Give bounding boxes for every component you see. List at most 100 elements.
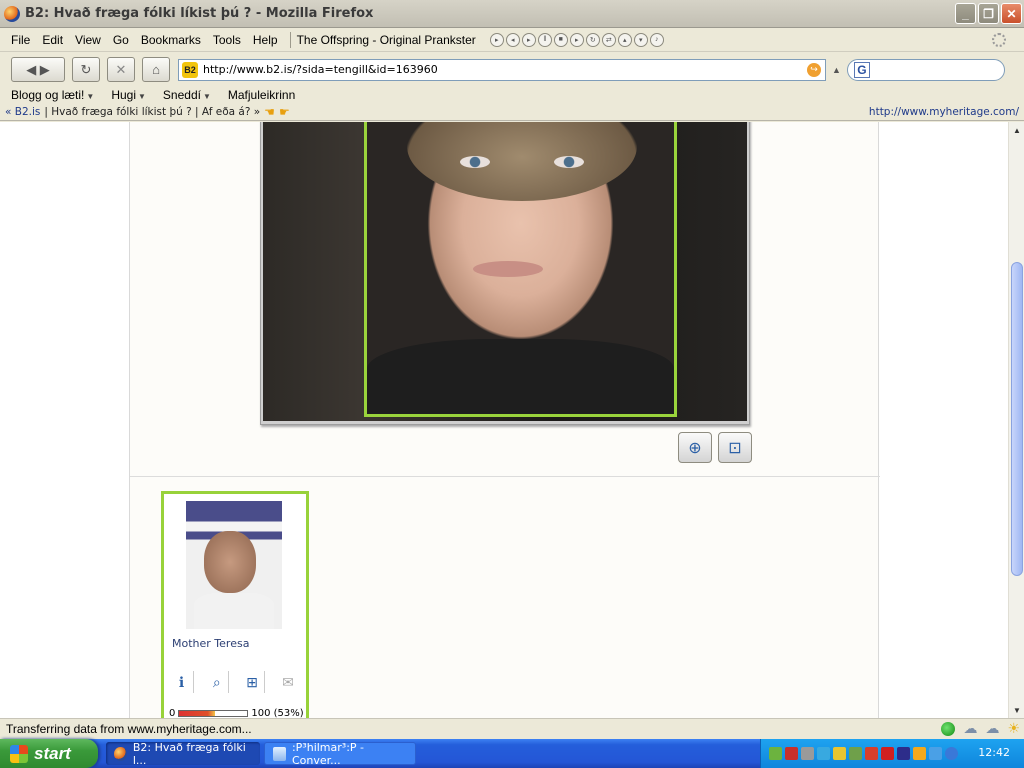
info-icon[interactable]: ℹ — [170, 671, 194, 693]
menu-help[interactable]: Help — [247, 33, 284, 47]
media-shuffle-icon[interactable]: ⇄ — [601, 32, 616, 47]
fit-photo-button[interactable]: ⊡ — [718, 432, 752, 463]
zoom-in-button[interactable]: ⊕ — [678, 432, 712, 463]
bookmark-hugi[interactable]: Hugi ▼ — [100, 88, 152, 102]
search-box[interactable]: G — [846, 58, 1005, 81]
tray-app-icon[interactable] — [881, 747, 894, 760]
home-button[interactable]: ⌂ — [142, 57, 170, 82]
scroll-down-icon[interactable]: ▼ — [1011, 704, 1023, 716]
taskbar-conversation[interactable]: :P³hilmar³:P - Conver... — [264, 741, 416, 767]
media-down-icon[interactable]: ▾ — [633, 32, 648, 47]
tray-app-icon[interactable] — [817, 747, 830, 760]
start-button[interactable]: start — [0, 739, 98, 768]
media-play-icon[interactable]: ▸ — [521, 32, 536, 47]
scroll-up-icon[interactable]: ▲ — [1011, 124, 1023, 136]
media-repeat-icon[interactable]: ↻ — [585, 32, 600, 47]
tray-app-icon[interactable] — [945, 747, 958, 760]
score-label: 100 (53%) — [251, 708, 304, 718]
tray-app-icon[interactable] — [785, 747, 798, 760]
maximize-button[interactable]: ❐ — [978, 3, 999, 24]
bookmark-mafjuleikrinn[interactable]: Mafjuleikrinn — [217, 88, 301, 102]
system-tray: 12:42 — [760, 739, 1024, 768]
mail-icon[interactable]: ✉ — [276, 671, 300, 693]
firefox-icon[interactable] — [4, 5, 20, 22]
media-volume-icon[interactable]: ♪ — [649, 32, 664, 47]
right-eye — [554, 156, 584, 168]
celebrity-photo[interactable] — [186, 501, 282, 629]
thumbs-down-icon[interactable]: ☚ — [264, 105, 275, 119]
bookmark-blogg[interactable]: Blogg og læti! ▼ — [0, 88, 100, 102]
tray-app-icon[interactable] — [801, 747, 814, 760]
tray-app-icon[interactable] — [929, 747, 942, 760]
page-content: ⊕ ⊡ Mother Teresa ℹ ⌕ ⊞ ✉ 0 100 (53%) — [129, 122, 880, 718]
minimize-button[interactable]: _ — [955, 3, 976, 24]
reload-icon: ↻ — [80, 61, 92, 77]
fit-photo-icon: ⊡ — [728, 439, 742, 457]
go-arrow-icon[interactable]: ↪ — [807, 62, 821, 77]
media-stop-icon[interactable]: ■ — [553, 32, 568, 47]
menu-tools[interactable]: Tools — [207, 33, 247, 47]
window-controls: _ ❐ ✕ — [955, 3, 1022, 24]
cloud-icon[interactable]: ☁ — [985, 720, 999, 737]
rain-cloud-icon[interactable]: ☁ — [963, 720, 977, 737]
menu-view[interactable]: View — [69, 33, 107, 47]
photo-zoom-controls: ⊕ ⊡ — [678, 432, 752, 463]
search-icon[interactable]: ⌕ — [205, 671, 230, 693]
celebrity-face — [204, 531, 256, 593]
chevron-down-icon: ▼ — [86, 92, 95, 101]
menu-bar: File Edit View Go Bookmarks Tools Help T… — [0, 28, 1024, 52]
bookmark-sneddi[interactable]: Sneddí ▼ — [152, 88, 217, 102]
menu-go[interactable]: Go — [107, 33, 135, 47]
tray-app-icon[interactable] — [897, 747, 910, 760]
tray-app-icon[interactable] — [913, 747, 926, 760]
tray-app-icon[interactable] — [769, 747, 782, 760]
caret-up-icon[interactable]: ▲ — [832, 65, 841, 75]
myheritage-link[interactable]: http://www.myheritage.com/ — [869, 106, 1019, 118]
media-next-icon[interactable]: ▸ — [569, 32, 584, 47]
similarity-score: 0 100 (53%) — [169, 708, 304, 718]
google-icon[interactable]: G — [853, 61, 870, 78]
sun-cloud-icon[interactable]: ☀ — [1007, 720, 1020, 737]
compare-icon[interactable]: ⊞ — [241, 671, 265, 693]
media-pause-icon[interactable]: ‖ — [537, 32, 552, 47]
menu-edit[interactable]: Edit — [36, 33, 69, 47]
face-detection-box — [364, 122, 677, 417]
site-favicon-icon: B2 — [182, 61, 198, 78]
stop-button[interactable]: ✕ — [107, 57, 135, 82]
score-bar — [178, 710, 249, 717]
url-bar[interactable]: B2 http://www.b2.is/?sida=tengill&id=163… — [178, 58, 826, 81]
media-menu-icon[interactable]: ▸ — [489, 32, 504, 47]
reload-button[interactable]: ↻ — [72, 57, 100, 82]
menu-bookmarks[interactable]: Bookmarks — [135, 33, 207, 47]
left-eye — [460, 156, 490, 168]
now-playing-label: The Offspring - Original Prankster — [296, 32, 476, 47]
status-text: Transferring data from www.myheritage.co… — [6, 722, 252, 736]
back-forward-button[interactable]: ◀ ▶ — [11, 57, 65, 82]
thumbs-up-icon[interactable]: ☛ — [279, 105, 290, 119]
tray-app-icon[interactable] — [833, 747, 846, 760]
tray-app-icon[interactable] — [849, 747, 862, 760]
close-button[interactable]: ✕ — [1001, 3, 1022, 24]
media-up-icon[interactable]: ▴ — [617, 32, 632, 47]
throbber-icon — [992, 33, 1006, 47]
firefox-icon — [114, 746, 127, 761]
media-prev-icon[interactable]: ◂ — [505, 32, 520, 47]
b2-breadcrumb[interactable]: | Hvað fræga fólki líkist þú ? | Af eða … — [44, 106, 260, 118]
tray-app-icon[interactable] — [865, 747, 878, 760]
status-bar: Transferring data from www.myheritage.co… — [0, 718, 1024, 739]
b2-home-link[interactable]: « B2.is — [5, 106, 40, 118]
vertical-scrollbar[interactable]: ▲ ▼ — [1008, 122, 1024, 718]
messenger-icon — [273, 746, 286, 761]
online-status-icon[interactable] — [941, 721, 956, 736]
menu-file[interactable]: File — [0, 33, 36, 47]
media-controls: ▸ ◂ ▸ ‖ ■ ▸ ↻ ⇄ ▴ ▾ ♪ — [489, 32, 664, 47]
celebrity-name[interactable]: Mother Teresa — [172, 637, 249, 650]
scrollbar-thumb[interactable] — [1011, 262, 1023, 576]
score-min: 0 — [169, 708, 176, 718]
celebrity-body — [194, 593, 274, 629]
stop-icon: ✕ — [115, 61, 127, 77]
taskbar-firefox[interactable]: B2: Hvað fræga fólki l... — [106, 741, 260, 767]
url-input[interactable]: http://www.b2.is/?sida=tengill&id=163960 — [203, 63, 438, 76]
celebrity-match-card[interactable]: Mother Teresa ℹ ⌕ ⊞ ✉ 0 100 (53%) — [161, 491, 309, 718]
match-actions: ℹ ⌕ ⊞ ✉ — [170, 671, 300, 693]
